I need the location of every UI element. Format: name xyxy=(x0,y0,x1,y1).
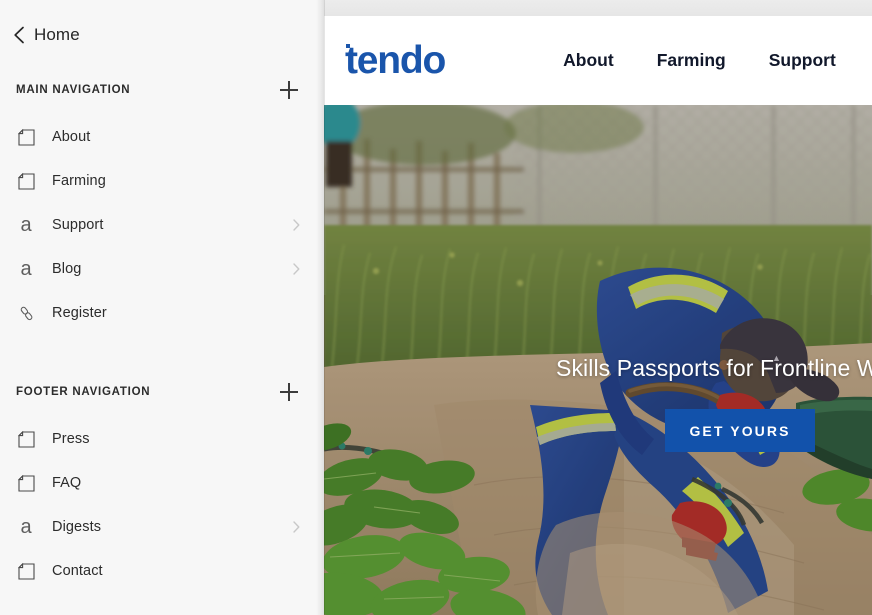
navigation-sidebar: Home MAIN NAVIGATION About Farming a Sup… xyxy=(0,0,324,615)
sidebar-item-label: Support xyxy=(52,217,104,233)
chevron-left-icon xyxy=(14,26,24,44)
page-icon xyxy=(16,171,36,191)
sidebar-item-label: Digests xyxy=(52,519,102,535)
nav-list-main-navigation: About Farming a Support a Blog Register xyxy=(0,115,324,335)
hero-section: ▲ Skills Passports for Frontline W GET Y… xyxy=(324,105,872,615)
section-title-footer-navigation: FOOTER NAVIGATION xyxy=(16,386,151,398)
page-icon xyxy=(16,429,36,449)
section-header-footer-navigation: FOOTER NAVIGATION xyxy=(0,379,324,405)
page-icon xyxy=(16,127,36,147)
hero-title: Skills Passports for Frontline W xyxy=(556,355,872,381)
sidebar-item-contact[interactable]: Contact xyxy=(0,549,324,593)
back-to-home-button[interactable]: Home xyxy=(0,0,324,45)
link-icon xyxy=(16,303,36,323)
site-preview-panel: tendo About Farming Support ▲ Skills Pas… xyxy=(324,16,872,615)
sidebar-item-label: Farming xyxy=(52,173,106,189)
page-icon xyxy=(16,473,36,493)
sidebar-item-label: About xyxy=(52,129,91,145)
chevron-right-icon[interactable] xyxy=(293,263,300,275)
site-nav-item-about[interactable]: About xyxy=(563,50,614,71)
sidebar-item-label: Contact xyxy=(52,563,103,579)
sidebar-item-digests[interactable]: a Digests xyxy=(0,505,324,549)
get-yours-button[interactable]: GET YOURS xyxy=(665,409,815,452)
sidebar-item-label: Press xyxy=(52,431,90,447)
site-nav: About Farming Support xyxy=(563,50,836,71)
site-logo[interactable]: tendo xyxy=(345,39,446,82)
section-header-main-navigation: MAIN NAVIGATION xyxy=(0,77,324,103)
site-nav-item-support[interactable]: Support xyxy=(769,50,836,71)
logo-dot-icon xyxy=(346,44,350,48)
anchor-a-icon: a xyxy=(20,214,32,236)
plus-icon-footer-navigation[interactable] xyxy=(278,381,300,403)
chevron-right-icon[interactable] xyxy=(293,521,300,533)
site-logo-text: tendo xyxy=(345,39,446,82)
section-title-main-navigation: MAIN NAVIGATION xyxy=(16,84,131,96)
sidebar-item-label: Blog xyxy=(52,261,82,277)
sidebar-item-blog[interactable]: a Blog xyxy=(0,247,324,291)
nav-list-footer-navigation: Press FAQ a Digests Contact xyxy=(0,417,324,593)
sidebar-item-support[interactable]: a Support xyxy=(0,203,324,247)
chevron-right-icon[interactable] xyxy=(293,219,300,231)
sidebar-item-about[interactable]: About xyxy=(0,115,324,159)
page-icon xyxy=(16,561,36,581)
sidebar-item-press[interactable]: Press xyxy=(0,417,324,461)
sidebar-item-register[interactable]: Register xyxy=(0,291,324,335)
sidebar-item-label: Register xyxy=(52,305,107,321)
anchor-a-icon: a xyxy=(20,258,32,280)
section-footer-navigation: FOOTER NAVIGATION Press FAQ a Digests Co… xyxy=(0,379,324,593)
window-top-strip xyxy=(324,0,872,16)
sidebar-item-farming[interactable]: Farming xyxy=(0,159,324,203)
anchor-a-icon: a xyxy=(20,516,32,538)
sidebar-item-faq[interactable]: FAQ xyxy=(0,461,324,505)
site-header: tendo About Farming Support xyxy=(324,16,872,105)
section-main-navigation: MAIN NAVIGATION About Farming a Support … xyxy=(0,77,324,335)
app-root: Home MAIN NAVIGATION About Farming a Sup… xyxy=(0,0,872,615)
plus-icon-main-navigation[interactable] xyxy=(278,79,300,101)
site-nav-item-farming[interactable]: Farming xyxy=(657,50,726,71)
back-label: Home xyxy=(34,25,80,44)
sidebar-item-label: FAQ xyxy=(52,475,82,491)
